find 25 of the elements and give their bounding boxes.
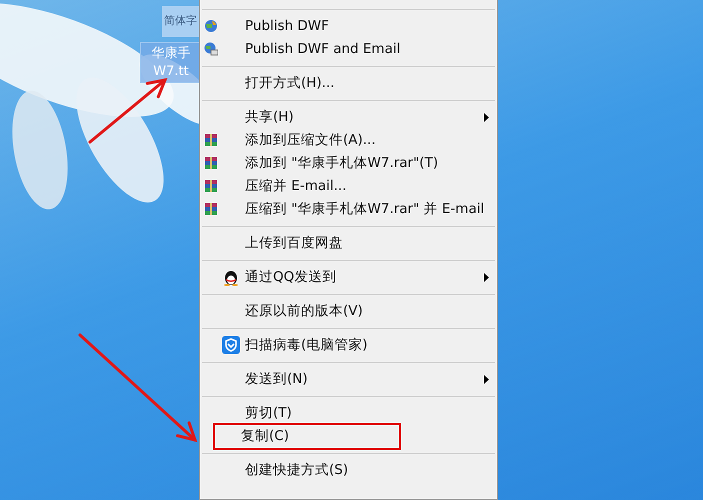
desktop-icon-label[interactable]: 简体字: [162, 6, 199, 37]
menu-item[interactable]: 还原以前的版本(V): [243, 301, 365, 322]
archive-icon: [204, 202, 218, 216]
archive-icon: [204, 156, 218, 170]
menu-item[interactable]: 剪切(T): [243, 403, 294, 424]
menu-item[interactable]: 压缩并 E-mail...: [243, 176, 348, 197]
penguin-icon: [222, 268, 240, 286]
globe-mail-icon: [204, 42, 218, 56]
menu-item[interactable]: 上传到百度网盘: [243, 233, 345, 254]
menu-item[interactable]: 复制(C): [215, 425, 399, 448]
menu-item[interactable]: 打开方式(H)...: [243, 73, 337, 94]
archive-icon: [204, 133, 218, 147]
menu-item[interactable]: Publish DWF and Email: [243, 39, 402, 60]
archive-icon: [204, 179, 218, 193]
menu-item[interactable]: 添加到压缩文件(A)...: [243, 130, 378, 151]
menu-item[interactable]: 发送到(N): [243, 369, 310, 390]
shield-icon: [222, 336, 240, 354]
menu-item[interactable]: 通过QQ发送到: [243, 267, 338, 288]
menu-item[interactable]: 添加到 "华康手札体W7.rar"(T): [243, 153, 440, 174]
menu-item[interactable]: 共享(H): [243, 107, 296, 128]
menu-item[interactable]: 压缩到 "华康手札体W7.rar" 并 E-mail: [243, 199, 486, 220]
menu-item[interactable]: Publish DWF: [243, 16, 331, 37]
menu-item[interactable]: 创建快捷方式(S): [243, 460, 350, 481]
globe-icon: [204, 19, 218, 33]
menu-item[interactable]: 扫描病毒(电脑管家): [243, 335, 370, 356]
